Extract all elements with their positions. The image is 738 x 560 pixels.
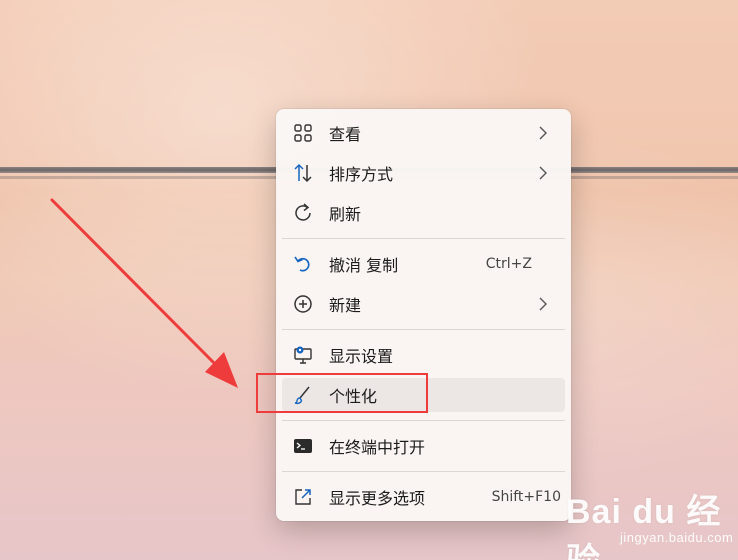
undo-icon <box>292 253 314 275</box>
menu-item-refresh[interactable]: 刷新 <box>282 196 565 230</box>
menu-item-open-in-terminal[interactable]: 在终端中打开 <box>282 429 565 463</box>
chevron-right-icon <box>539 126 547 140</box>
chevron-right-icon <box>539 297 547 311</box>
expand-icon <box>292 486 314 508</box>
menu-item-label: 查看 <box>329 125 362 144</box>
desktop-background[interactable]: 查看 排序方式 刷新 撤消 复制 Ctrl+Z 新建 显示设置 个性化 在终端中… <box>0 0 738 560</box>
display-settings-icon <box>292 344 314 366</box>
menu-item-label: 新建 <box>329 296 362 315</box>
menu-item-label: 显示设置 <box>329 347 394 366</box>
menu-item-show-more-options[interactable]: 显示更多选项 Shift+F10 <box>282 480 565 514</box>
sort-icon <box>292 162 314 184</box>
chevron-right-icon <box>539 166 547 180</box>
menu-item-label: 撤消 复制 <box>329 256 399 275</box>
menu-item-view[interactable]: 查看 <box>282 116 565 150</box>
add-circle-icon <box>292 293 314 315</box>
annotation-highlight-box <box>256 373 428 413</box>
menu-item-label: 刷新 <box>329 205 362 224</box>
context-menu: 查看 排序方式 刷新 撤消 复制 Ctrl+Z 新建 显示设置 个性化 在终端中… <box>276 109 571 521</box>
menu-separator <box>282 420 565 421</box>
watermark-brand: Bai du 经验 <box>566 493 722 560</box>
menu-separator <box>282 471 565 472</box>
menu-separator <box>282 238 565 239</box>
menu-separator <box>282 329 565 330</box>
terminal-icon <box>292 435 314 457</box>
shortcut-text: Ctrl+Z <box>485 256 532 272</box>
watermark: Bai du 经验 jingyan.baidu.com <box>566 474 733 560</box>
grid-icon <box>292 122 314 144</box>
watermark-url: jingyan.baidu.com <box>620 530 734 545</box>
menu-item-new[interactable]: 新建 <box>282 287 565 321</box>
menu-item-sort-by[interactable]: 排序方式 <box>282 156 565 190</box>
menu-item-undo-copy[interactable]: 撤消 复制 Ctrl+Z <box>282 247 565 281</box>
menu-item-label: 排序方式 <box>329 165 394 184</box>
menu-item-display-settings[interactable]: 显示设置 <box>282 338 565 372</box>
shortcut-text: Shift+F10 <box>491 489 561 505</box>
menu-item-label: 在终端中打开 <box>329 438 426 457</box>
menu-item-label: 显示更多选项 <box>329 489 426 508</box>
refresh-icon <box>292 202 314 224</box>
